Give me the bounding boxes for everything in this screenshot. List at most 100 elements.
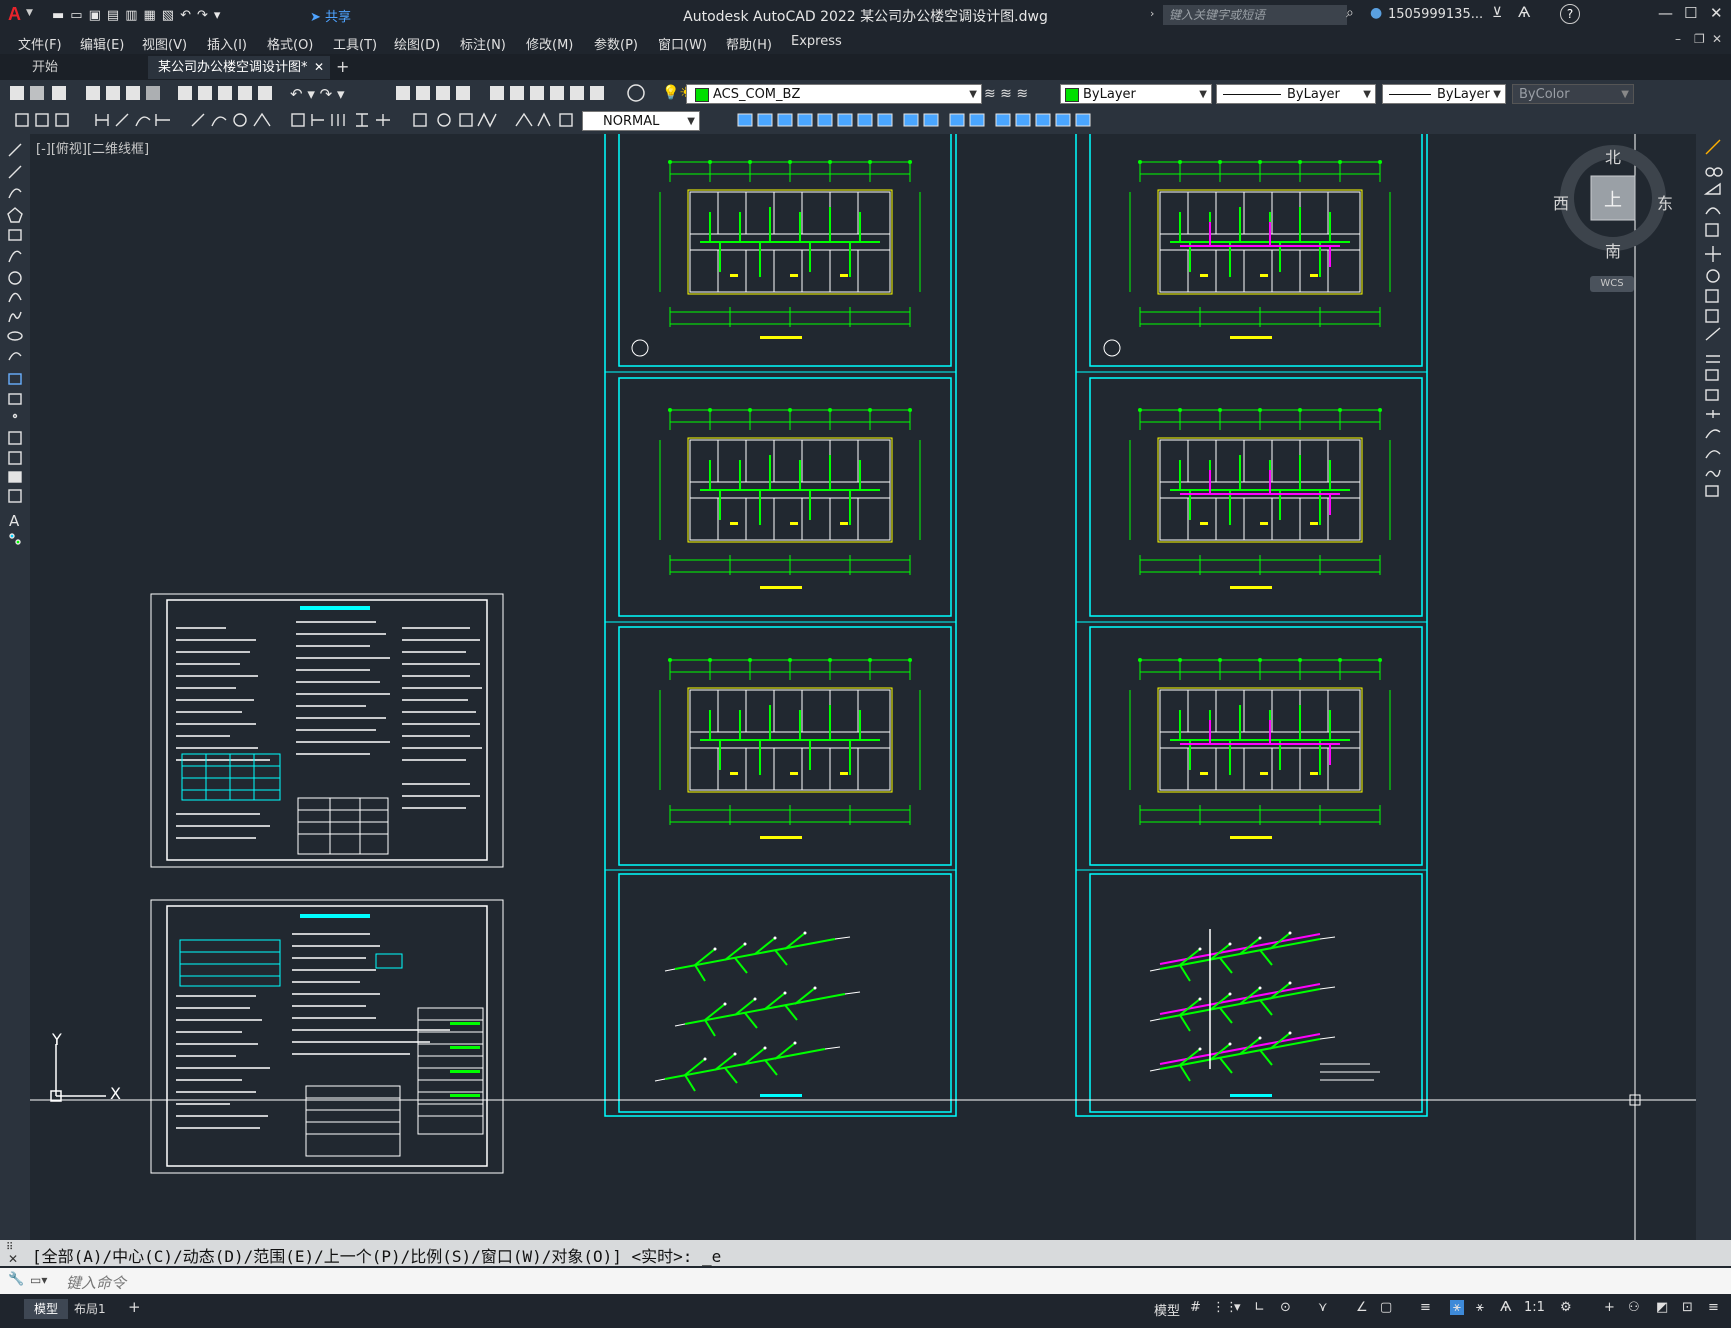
dimstyle-dropdown[interactable]: NORMAL ▼ [582,111,700,131]
model-space-canvas[interactable]: [-][俯视][二维线框] Y X 北 南 东 西 上 WCS [30,134,1696,1240]
tab-drawing[interactable]: 某公司办公楼空调设计图* ✕ [148,56,330,79]
ortho-icon[interactable]: ∟ [1254,1300,1265,1315]
chevron-down-icon: ▼ [687,116,695,127]
hardware-acceleration-icon[interactable]: ◩ [1656,1300,1668,1315]
menu-item[interactable]: 修改(M) [526,34,573,53]
modify-toolbar-icons[interactable] [706,108,1206,134]
gear-icon[interactable]: ⚙ [1560,1300,1572,1315]
menu-item[interactable]: 格式(O) [267,34,313,53]
cart-icon[interactable]: ⊻ [1492,5,1502,21]
help-icon[interactable]: ? [1560,4,1580,24]
layout-tab-model[interactable]: 模型 [24,1299,69,1319]
user-icon[interactable]: ● [1370,5,1382,21]
status-bar: 模型 布局1 + 模型 # ⋮⋮ ▾ ∟ ⊙ ⋎ ∠ ▢ ≡ ⚹ ⚹ Ѧ 1:1… [0,1294,1731,1328]
chevron-down-icon: ▼ [1199,89,1207,100]
minimize-button[interactable]: — [1658,4,1673,22]
linetype-dropdown[interactable]: ByLayer ▼ [1216,84,1376,104]
maximize-button[interactable]: ☐ [1684,4,1697,22]
add-layout-icon[interactable]: + [128,1298,141,1316]
lineweight-preview [1389,94,1431,95]
design-notes-sheet-2 [150,899,504,1174]
chevron-down-icon: ▼ [1493,89,1501,100]
autodesk-app-icon[interactable]: Ѧ [1518,5,1530,21]
search-icon[interactable]: ⌕ [1346,5,1354,21]
menu-item[interactable]: 视图(V) [142,34,187,53]
modify-toolbar [1696,134,1731,1240]
model-space-toggle[interactable]: 模型 [1154,1300,1180,1319]
viewcube-north[interactable]: 北 [1605,144,1621,168]
isolate-objects-icon[interactable]: ⚇ [1628,1300,1640,1315]
chevron-down-icon: ▼ [1621,89,1629,100]
color-value: ByLayer [1083,87,1136,102]
lineweight-icon[interactable]: ≡ [1420,1300,1431,1315]
lineweight-dropdown[interactable]: ByLayer ▼ [1382,84,1506,104]
polar-icon[interactable]: ⊙ [1280,1300,1291,1315]
menu-item[interactable]: Express [791,34,842,49]
draw-tool-icons[interactable]: A [0,134,30,594]
doc-restore-icon[interactable]: ❐ [1694,32,1705,46]
plotstyle-dropdown[interactable]: ByColor ▼ [1512,84,1634,104]
object-snap-icon[interactable]: ▢ [1380,1300,1392,1315]
layout-tab-label: 布局1 [74,1302,106,1316]
layer-color-swatch [695,88,709,102]
add-icon[interactable]: + [1604,1300,1615,1315]
menu-item[interactable]: 工具(T) [333,34,377,53]
color-dropdown[interactable]: ByLayer ▼ [1060,84,1212,104]
chevron-down-icon: ▼ [969,89,977,100]
draw-toolbar: A [0,134,30,1240]
ucs-y-label: Y [52,1030,62,1049]
layer-tools-icons[interactable]: ≋ ≋ ≋ [984,86,1028,102]
design-notes-sheet-1 [150,593,504,868]
tab-start[interactable]: 开始 [22,56,152,79]
tab-label: 某公司办公楼空调设计图* [158,60,308,75]
clean-screen-icon[interactable]: ⊡ [1682,1300,1693,1315]
standard-toolbar-icons[interactable]: ↶ ▾ ↷ ▾ [4,80,674,108]
dimension-toolbar-icons[interactable] [4,108,584,134]
menu-item[interactable]: 文件(F) [18,34,62,53]
isodraft-icon[interactable]: ⋎ [1318,1300,1328,1315]
viewcube-west[interactable]: 西 [1553,190,1569,214]
user-account[interactable]: 1505999135... [1388,7,1483,22]
auto-scale-icon[interactable]: ⚹ [1476,1300,1484,1315]
viewcube-south[interactable]: 南 [1605,238,1621,262]
viewcube-face-top[interactable]: 上 [1604,186,1622,212]
command-line[interactable]: 🔧 ▭▾ 键入命令 [0,1268,1731,1294]
layer-dropdown[interactable]: ACS_COM_BZ ▼ [686,84,982,104]
toolbar-row-1: ↶ ▾ ↷ ▾ 💡☀🔓 ACS_COM_BZ ▼ ≋ ≋ ≋ ByLayer ▼… [0,80,1731,109]
floor-plan-sheets-right [1075,134,1428,1117]
annotation-visibility-icon[interactable]: ⚹ [1450,1300,1464,1315]
customize-icon[interactable]: ≡ [1708,1300,1719,1315]
menu-item[interactable]: 窗口(W) [658,34,707,53]
modify-tool-icons[interactable] [1696,134,1731,554]
command-close-icon[interactable]: ✕ [8,1252,18,1266]
object-snap-tracking-icon[interactable]: ∠ [1356,1300,1368,1315]
wrench-icon[interactable]: 🔧 [8,1272,24,1287]
annotation-scale-value[interactable]: 1:1 [1524,1300,1545,1315]
toolbar-row-2: NORMAL ▼ [0,108,1731,134]
search-expand-icon[interactable]: › [1150,7,1154,20]
grid-icon[interactable]: # [1190,1300,1201,1315]
menu-item[interactable]: 插入(I) [207,34,247,53]
annotation-scale-icon[interactable]: Ѧ [1500,1300,1511,1315]
command-input[interactable]: 键入命令 [66,1272,126,1293]
layout-tab-layout1[interactable]: 布局1 [64,1299,116,1319]
plotstyle-value: ByColor [1519,87,1570,102]
recent-commands-icon[interactable]: ▭▾ [30,1273,47,1287]
menu-item[interactable]: 编辑(E) [80,34,124,53]
menu-item[interactable]: 帮助(H) [726,34,772,53]
doc-close-icon[interactable]: ✕ [1712,32,1722,46]
close-tab-icon[interactable]: ✕ [314,56,324,79]
snap-menu-icon[interactable]: ▾ [1234,1300,1241,1315]
viewcube-east[interactable]: 东 [1657,190,1673,214]
doc-minimize-icon[interactable]: – [1675,32,1681,46]
wcs-menu-button[interactable]: WCS [1590,276,1634,292]
menu-item[interactable]: 参数(P) [594,34,638,53]
viewcube[interactable]: 北 南 东 西 上 WCS [1553,140,1673,292]
menu-item[interactable]: 标注(N) [460,34,506,53]
menu-item[interactable]: 绘图(D) [394,34,440,53]
drawing-sheets [30,134,1696,1240]
new-tab-icon[interactable]: + [336,57,349,76]
close-button[interactable]: ✕ [1710,4,1723,22]
search-input[interactable]: 键入关键字或短语 [1163,5,1347,25]
dimstyle-value: NORMAL [603,114,660,129]
